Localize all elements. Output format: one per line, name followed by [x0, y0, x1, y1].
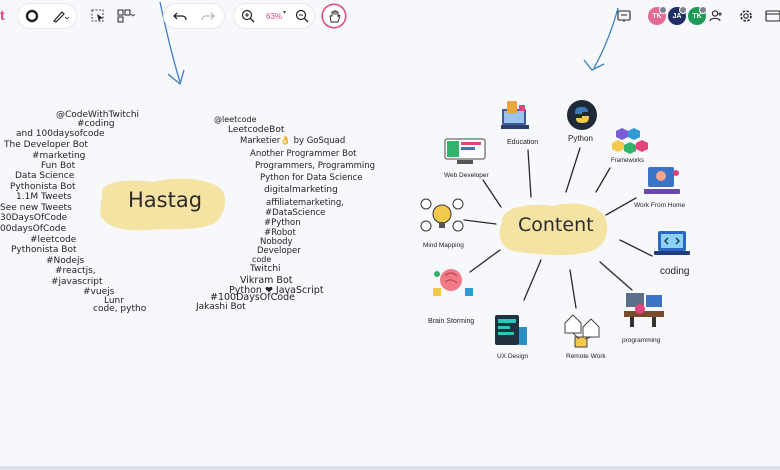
zoom-out-icon[interactable]: [292, 6, 312, 26]
avatar[interactable]: TK: [688, 6, 707, 25]
select-icon[interactable]: [88, 6, 108, 26]
redo-icon[interactable]: [198, 6, 218, 26]
zoom-in-icon[interactable]: [238, 6, 258, 26]
content-node-label: Frameworks: [611, 158, 645, 164]
programming-icon: [624, 293, 664, 327]
ux-design-icon: [495, 315, 527, 345]
settings-icon[interactable]: [736, 6, 756, 26]
mind-mapping-icon: [420, 198, 464, 232]
window-icon[interactable]: [762, 6, 780, 26]
top-toolbar: t 63% ▾ TK JA TK: [0, 0, 780, 32]
avatar-initials: JA: [672, 12, 682, 20]
hand-icon[interactable]: [323, 5, 345, 27]
avatar[interactable]: TK: [648, 6, 667, 25]
remote-work-icon: [564, 314, 600, 348]
content-node-label: Mind Mapping: [423, 242, 464, 249]
content-node-label: UX Design: [497, 353, 529, 360]
zoom-level[interactable]: 63%: [266, 12, 282, 21]
presence-dot: [659, 6, 667, 14]
content-node-label: Remote Work: [566, 353, 606, 360]
content-node-label: Python: [568, 134, 593, 143]
content-node-label: programming: [622, 337, 661, 344]
avatar[interactable]: JA: [668, 6, 687, 25]
present-icon[interactable]: [614, 6, 634, 26]
content-node-label: coding: [660, 266, 690, 277]
presence-dot: [679, 6, 687, 14]
add-user-icon[interactable]: [706, 6, 726, 26]
web-developer-icon: [444, 138, 486, 164]
shapes-icon[interactable]: [116, 6, 136, 26]
zoom-dropdown-caret[interactable]: ▾: [283, 9, 286, 16]
education-icon: [501, 101, 529, 129]
bottom-status-strip: [0, 466, 780, 470]
app-logo[interactable]: t: [0, 8, 5, 22]
content-center-label[interactable]: Content: [518, 216, 594, 235]
content-node-label: Web Developer: [444, 172, 489, 179]
work-from-home-icon: [644, 167, 680, 194]
record-icon[interactable]: [22, 6, 42, 26]
python-icon: [567, 100, 597, 130]
pen-icon[interactable]: [50, 6, 70, 26]
coding-icon: [654, 231, 690, 255]
frameworks-icon: [612, 128, 648, 154]
undo-icon[interactable]: [170, 6, 190, 26]
whiteboard-canvas[interactable]: Hastag @CodeWithTwitchi #coding and 100d…: [0, 0, 780, 470]
content-node-label: Education: [507, 139, 539, 146]
brain-storming-icon: [433, 269, 473, 296]
content-node-label: Brain Storming: [428, 318, 475, 325]
content-node-label: Work From Home: [634, 202, 686, 209]
